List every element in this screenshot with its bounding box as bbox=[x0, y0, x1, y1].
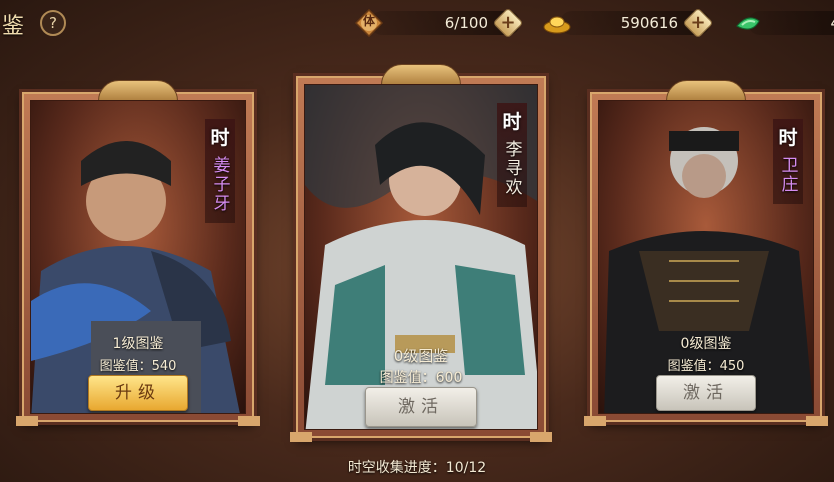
character-name: 李寻欢 bbox=[501, 140, 522, 197]
frame-corner bbox=[290, 432, 312, 442]
frame-corner bbox=[806, 416, 828, 426]
frame-corner bbox=[584, 416, 606, 426]
frame-corner bbox=[238, 416, 260, 426]
name-plate: 时 姜子牙 bbox=[205, 119, 235, 223]
era-glyph: 时 bbox=[778, 127, 798, 149]
card-portrait-frame: 时 卫庄 0级图鉴 图鉴值：450 激活 bbox=[598, 100, 814, 414]
collection-level: 0级图鉴 bbox=[393, 347, 449, 365]
gold-value: 590616 bbox=[620, 14, 678, 32]
page-title: 鉴 bbox=[2, 14, 25, 39]
era-glyph: 时 bbox=[210, 127, 230, 149]
name-plate: 时 李寻欢 bbox=[497, 103, 527, 207]
name-plate: 时 卫庄 bbox=[773, 119, 803, 204]
character-name: 姜子牙 bbox=[209, 156, 230, 213]
plus-icon: + bbox=[500, 12, 516, 33]
jade-icon bbox=[734, 9, 762, 37]
character-card-jiang-ziya[interactable]: 时 姜子牙 1级图鉴 图鉴值：540 升级 bbox=[16, 80, 260, 426]
card-portrait-frame: 时 姜子牙 1级图鉴 图鉴值：540 升级 bbox=[30, 100, 246, 414]
jade-value: 4 bbox=[830, 14, 834, 32]
stamina-badge-icon: 体 bbox=[354, 8, 384, 38]
plus-icon: + bbox=[690, 12, 706, 33]
collection-level: 0级图鉴 bbox=[680, 336, 732, 352]
question-mark-icon[interactable]: ? bbox=[40, 10, 66, 36]
collection-value: 图鉴值：540 bbox=[99, 359, 177, 374]
card-portrait-frame: 时 李寻欢 0级图鉴 图鉴值：600 激活 bbox=[304, 84, 538, 430]
character-card-li-xunhuan[interactable]: 时 李寻欢 0级图鉴 图鉴值：600 激活 bbox=[290, 64, 552, 442]
era-glyph: 时 bbox=[502, 111, 522, 133]
character-card-wei-zhuang[interactable]: 时 卫庄 0级图鉴 图鉴值：450 激活 bbox=[584, 80, 828, 426]
frame-corner bbox=[530, 432, 552, 442]
activate-button[interactable]: 激活 bbox=[656, 375, 756, 411]
character-name: 卫庄 bbox=[777, 156, 798, 194]
activate-button[interactable]: 激活 bbox=[365, 387, 477, 427]
collection-level: 1级图鉴 bbox=[112, 336, 164, 352]
stamina-value: 6/100 bbox=[444, 14, 488, 32]
collection-value: 图鉴值：450 bbox=[667, 359, 745, 374]
gold-ingot-icon bbox=[542, 9, 571, 37]
collection-value: 图鉴值：600 bbox=[379, 370, 463, 386]
stamina-glyph: 体 bbox=[362, 14, 375, 28]
upgrade-button[interactable]: 升级 bbox=[88, 375, 188, 411]
frame-corner bbox=[16, 416, 38, 426]
collection-progress: 时空收集进度：10/12 bbox=[347, 460, 487, 476]
